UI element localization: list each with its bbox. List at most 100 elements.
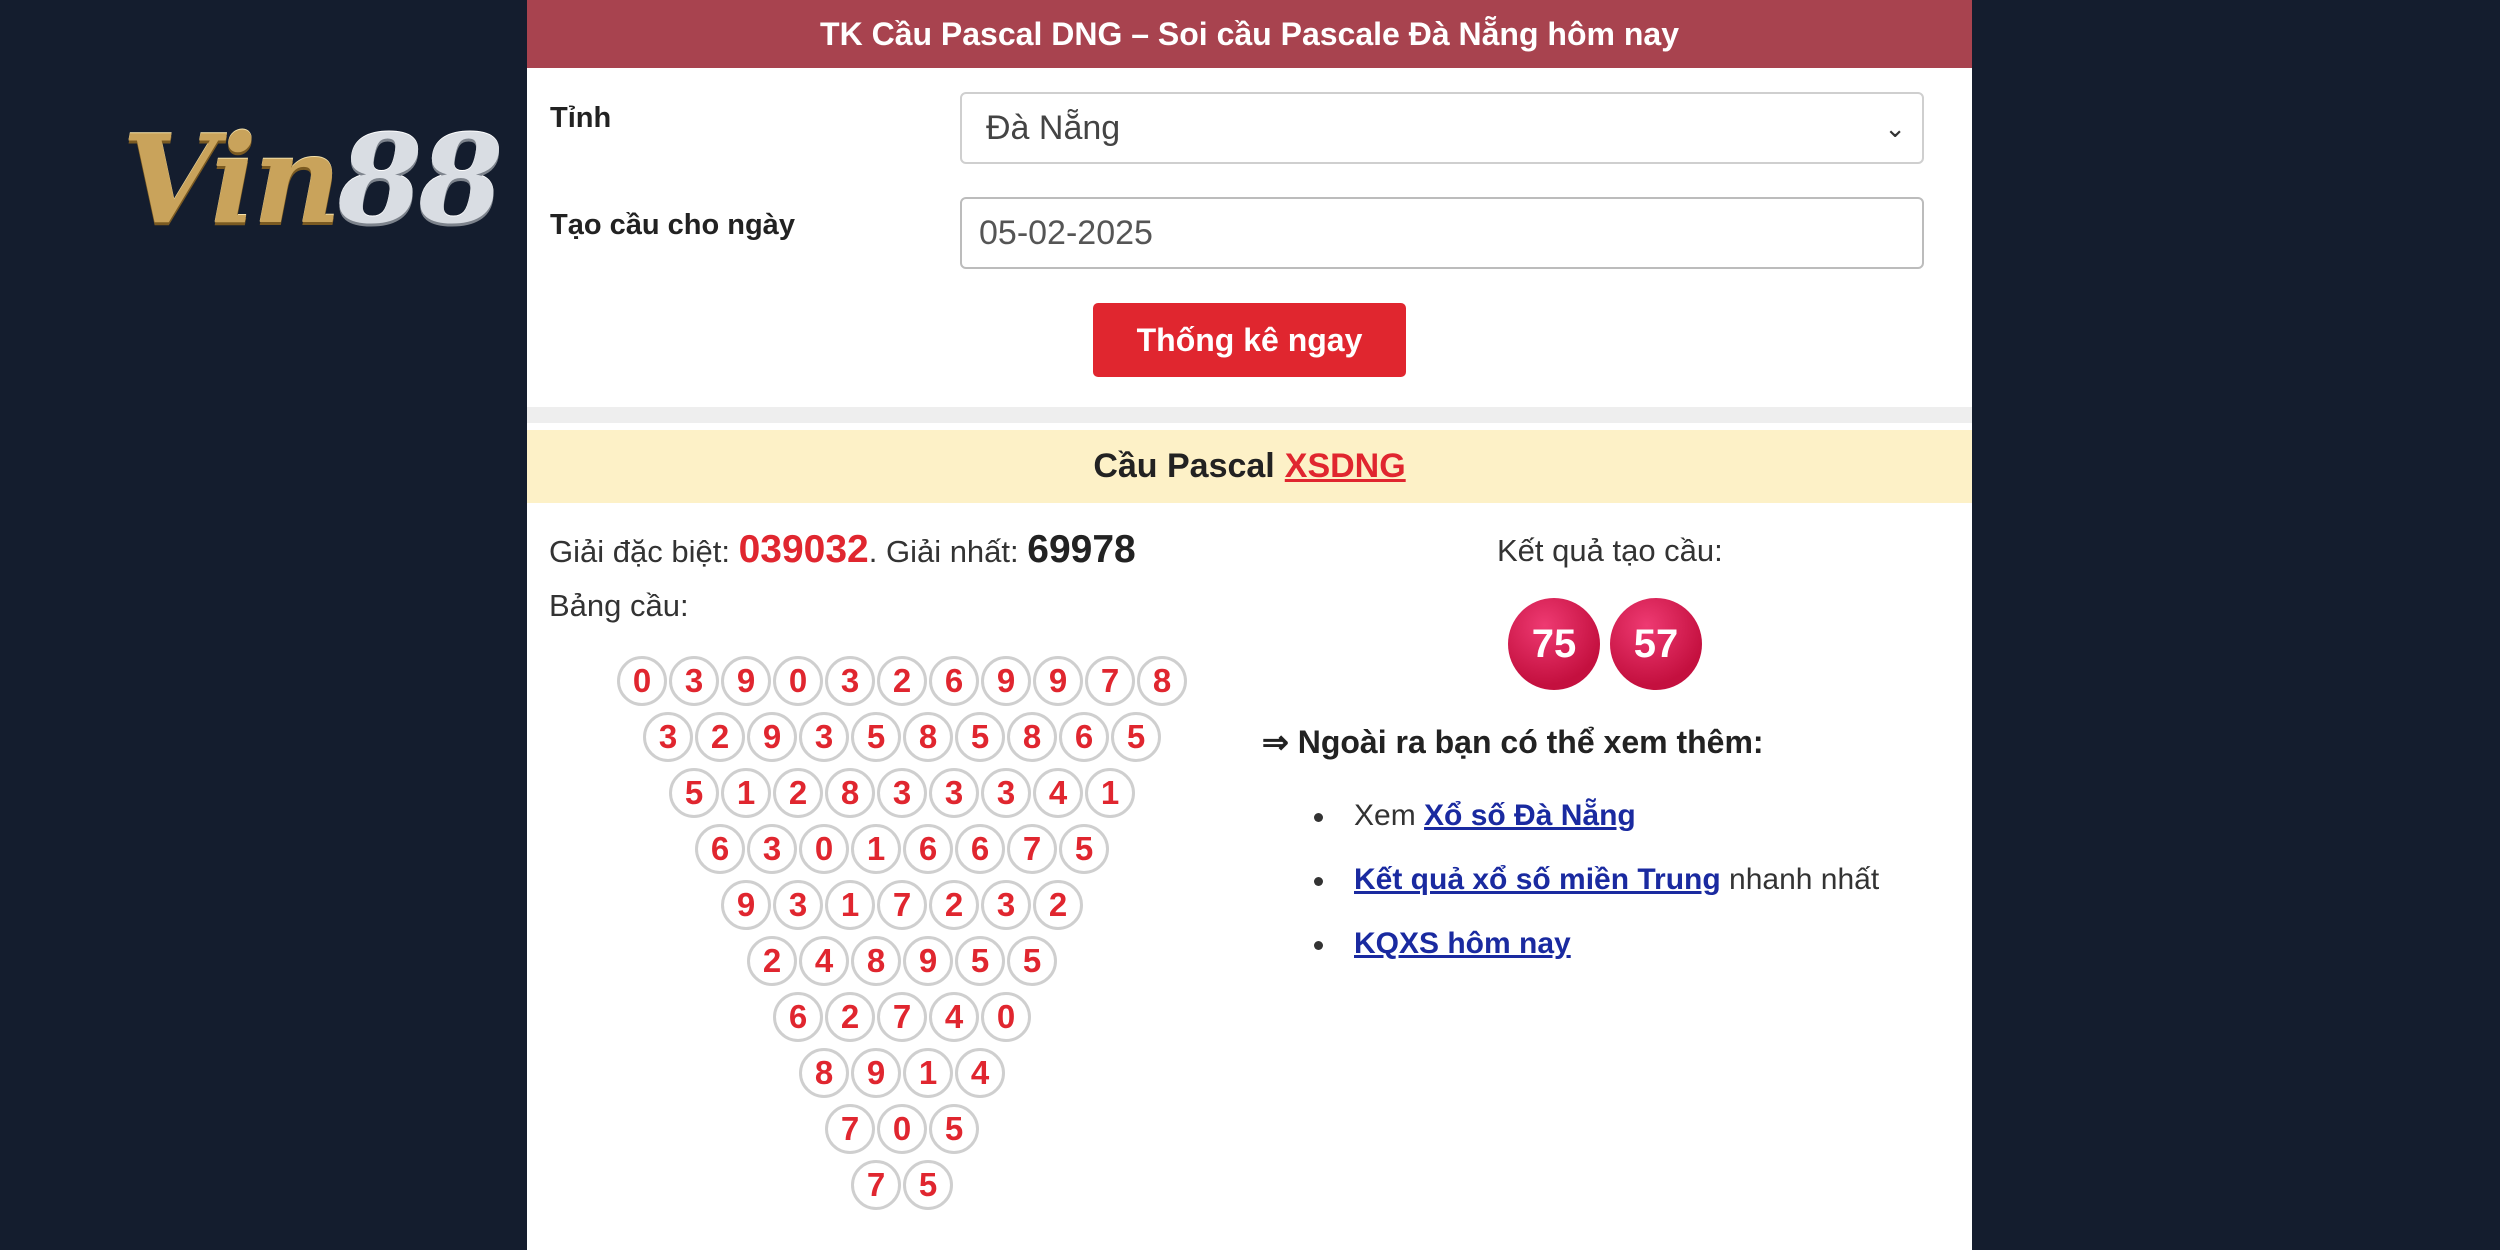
pascal-ball: 2 [1033, 880, 1083, 930]
pascal-ball: 3 [773, 880, 823, 930]
logo-text-88: 88 [337, 107, 504, 251]
result-ball: 57 [1610, 598, 1702, 690]
submit-button[interactable]: Thống kê ngay [1093, 303, 1406, 377]
kqxs-hom-nay-link[interactable]: KQXS hôm nay [1354, 927, 1571, 960]
pascal-ball: 6 [929, 656, 979, 706]
pascal-ball: 5 [851, 712, 901, 762]
pascal-row: 248955 [527, 933, 1277, 989]
pascal-row: 9317232 [527, 877, 1277, 933]
pascal-ball: 3 [877, 768, 927, 818]
pascal-ball: 0 [773, 656, 823, 706]
result-ball: 75 [1508, 598, 1600, 690]
province-label: Tỉnh [550, 102, 612, 134]
page-title: TK Cầu Pascal DNG – Soi cầu Pascale Đà N… [820, 15, 1679, 52]
chevron-down-icon: ⌄ [1884, 112, 1906, 143]
logo-text-vin: Vin [122, 107, 342, 251]
pascal-ball: 5 [929, 1104, 979, 1154]
more-links-list: Xem Xổ số Đà Nẵng Kết quả xổ số miền Tru… [1314, 785, 1879, 977]
list-item-prefix: Xem [1354, 799, 1425, 832]
prize-separator: . [868, 534, 878, 569]
pascal-ball: 7 [825, 1104, 875, 1154]
pascal-ball: 3 [825, 656, 875, 706]
pascal-ball: 8 [851, 936, 901, 986]
pascal-ball: 0 [799, 824, 849, 874]
pascal-ball: 0 [617, 656, 667, 706]
pascal-triangle: 0390326997832935858655128333416301667593… [527, 653, 1277, 1213]
main-panel: TK Cầu Pascal DNG – Soi cầu Pascale Đà N… [527, 0, 1972, 1250]
first-prize-value: 69978 [1027, 528, 1136, 571]
prize-line: Giải đặc biệt: 039032. Giải nhất: 69978 [549, 528, 1136, 572]
pascal-ball: 0 [981, 992, 1031, 1042]
pascal-row: 75 [527, 1157, 1277, 1213]
pascal-ball: 1 [851, 824, 901, 874]
list-item: Xem Xổ số Đà Nẵng [1314, 785, 1879, 849]
more-heading: ⇒ Ngoài ra bạn có thể xem thêm: [1262, 724, 1764, 760]
special-prize-label: Giải đặc biệt: [549, 534, 730, 569]
first-prize-label: Giải nhất: [885, 534, 1019, 569]
pascal-ball: 8 [825, 768, 875, 818]
pascal-ball: 3 [747, 824, 797, 874]
pascal-ball: 3 [981, 880, 1031, 930]
pascal-ball: 2 [773, 768, 823, 818]
pascal-ball: 5 [955, 936, 1005, 986]
ket-qua-mien-trung-link[interactable]: Kết quả xổ số miền Trung [1354, 863, 1721, 896]
date-input[interactable]: 05-02-2025 [960, 197, 1924, 269]
pascal-ball: 4 [929, 992, 979, 1042]
table-label: Bảng cầu: [549, 588, 689, 623]
pascal-row: 512833341 [527, 765, 1277, 821]
date-label: Tạo cầu cho ngày [550, 209, 795, 241]
pascal-ball: 7 [877, 880, 927, 930]
pascal-ball: 8 [1007, 712, 1057, 762]
divider [527, 407, 1972, 423]
pascal-ball: 9 [851, 1048, 901, 1098]
list-item: Kết quả xổ số miền Trung nhanh nhất [1314, 849, 1879, 913]
page-title-bar: TK Cầu Pascal DNG – Soi cầu Pascale Đà N… [527, 0, 1972, 68]
pascal-ball: 9 [1033, 656, 1083, 706]
pascal-ball: 8 [903, 712, 953, 762]
pascal-ball: 2 [747, 936, 797, 986]
pascal-ball: 4 [1033, 768, 1083, 818]
pascal-ball: 2 [825, 992, 875, 1042]
pascal-ball: 0 [877, 1104, 927, 1154]
pascal-ball: 6 [1059, 712, 1109, 762]
pascal-ball: 6 [903, 824, 953, 874]
pascal-ball: 5 [1007, 936, 1057, 986]
province-select[interactable]: Đà Nẵng ⌄ [960, 92, 1924, 164]
pascal-ball: 3 [669, 656, 719, 706]
pascal-ball: 6 [955, 824, 1005, 874]
pascal-ball: 2 [695, 712, 745, 762]
pascal-ball: 3 [799, 712, 849, 762]
pascal-ball: 3 [929, 768, 979, 818]
vin88-logo[interactable]: Vin88 [122, 118, 503, 240]
pascal-ball: 2 [877, 656, 927, 706]
pascal-ball: 3 [643, 712, 693, 762]
section-title: Cầu Pascal [1093, 447, 1275, 485]
pascal-ball: 1 [1085, 768, 1135, 818]
pascal-ball: 7 [1085, 656, 1135, 706]
pascal-ball: 2 [929, 880, 979, 930]
pascal-ball: 9 [903, 936, 953, 986]
list-item: KQXS hôm nay [1314, 913, 1879, 977]
result-balls: 75 57 [1508, 598, 1702, 690]
pascal-ball: 1 [903, 1048, 953, 1098]
pascal-ball: 5 [1111, 712, 1161, 762]
pascal-ball: 1 [825, 880, 875, 930]
pascal-ball: 3 [981, 768, 1031, 818]
special-prize-value: 039032 [738, 528, 869, 571]
pascal-ball: 9 [981, 656, 1031, 706]
section-header: Cầu Pascal XSDNG [527, 430, 1972, 503]
result-label: Kết quả tạo cầu: [1497, 533, 1723, 568]
pascal-ball: 9 [721, 656, 771, 706]
xo-so-da-nang-link[interactable]: Xổ số Đà Nẵng [1424, 799, 1636, 832]
pascal-row: 63016675 [527, 821, 1277, 877]
pascal-ball: 5 [955, 712, 1005, 762]
xsdng-link[interactable]: XSDNG [1285, 447, 1406, 486]
province-value: Đà Nẵng [986, 108, 1121, 147]
pascal-ball: 5 [1059, 824, 1109, 874]
pascal-ball: 9 [721, 880, 771, 930]
pascal-ball: 7 [851, 1160, 901, 1210]
pascal-row: 705 [527, 1101, 1277, 1157]
pascal-ball: 1 [721, 768, 771, 818]
pascal-ball: 8 [799, 1048, 849, 1098]
list-item-suffix: nhanh nhất [1720, 863, 1880, 896]
